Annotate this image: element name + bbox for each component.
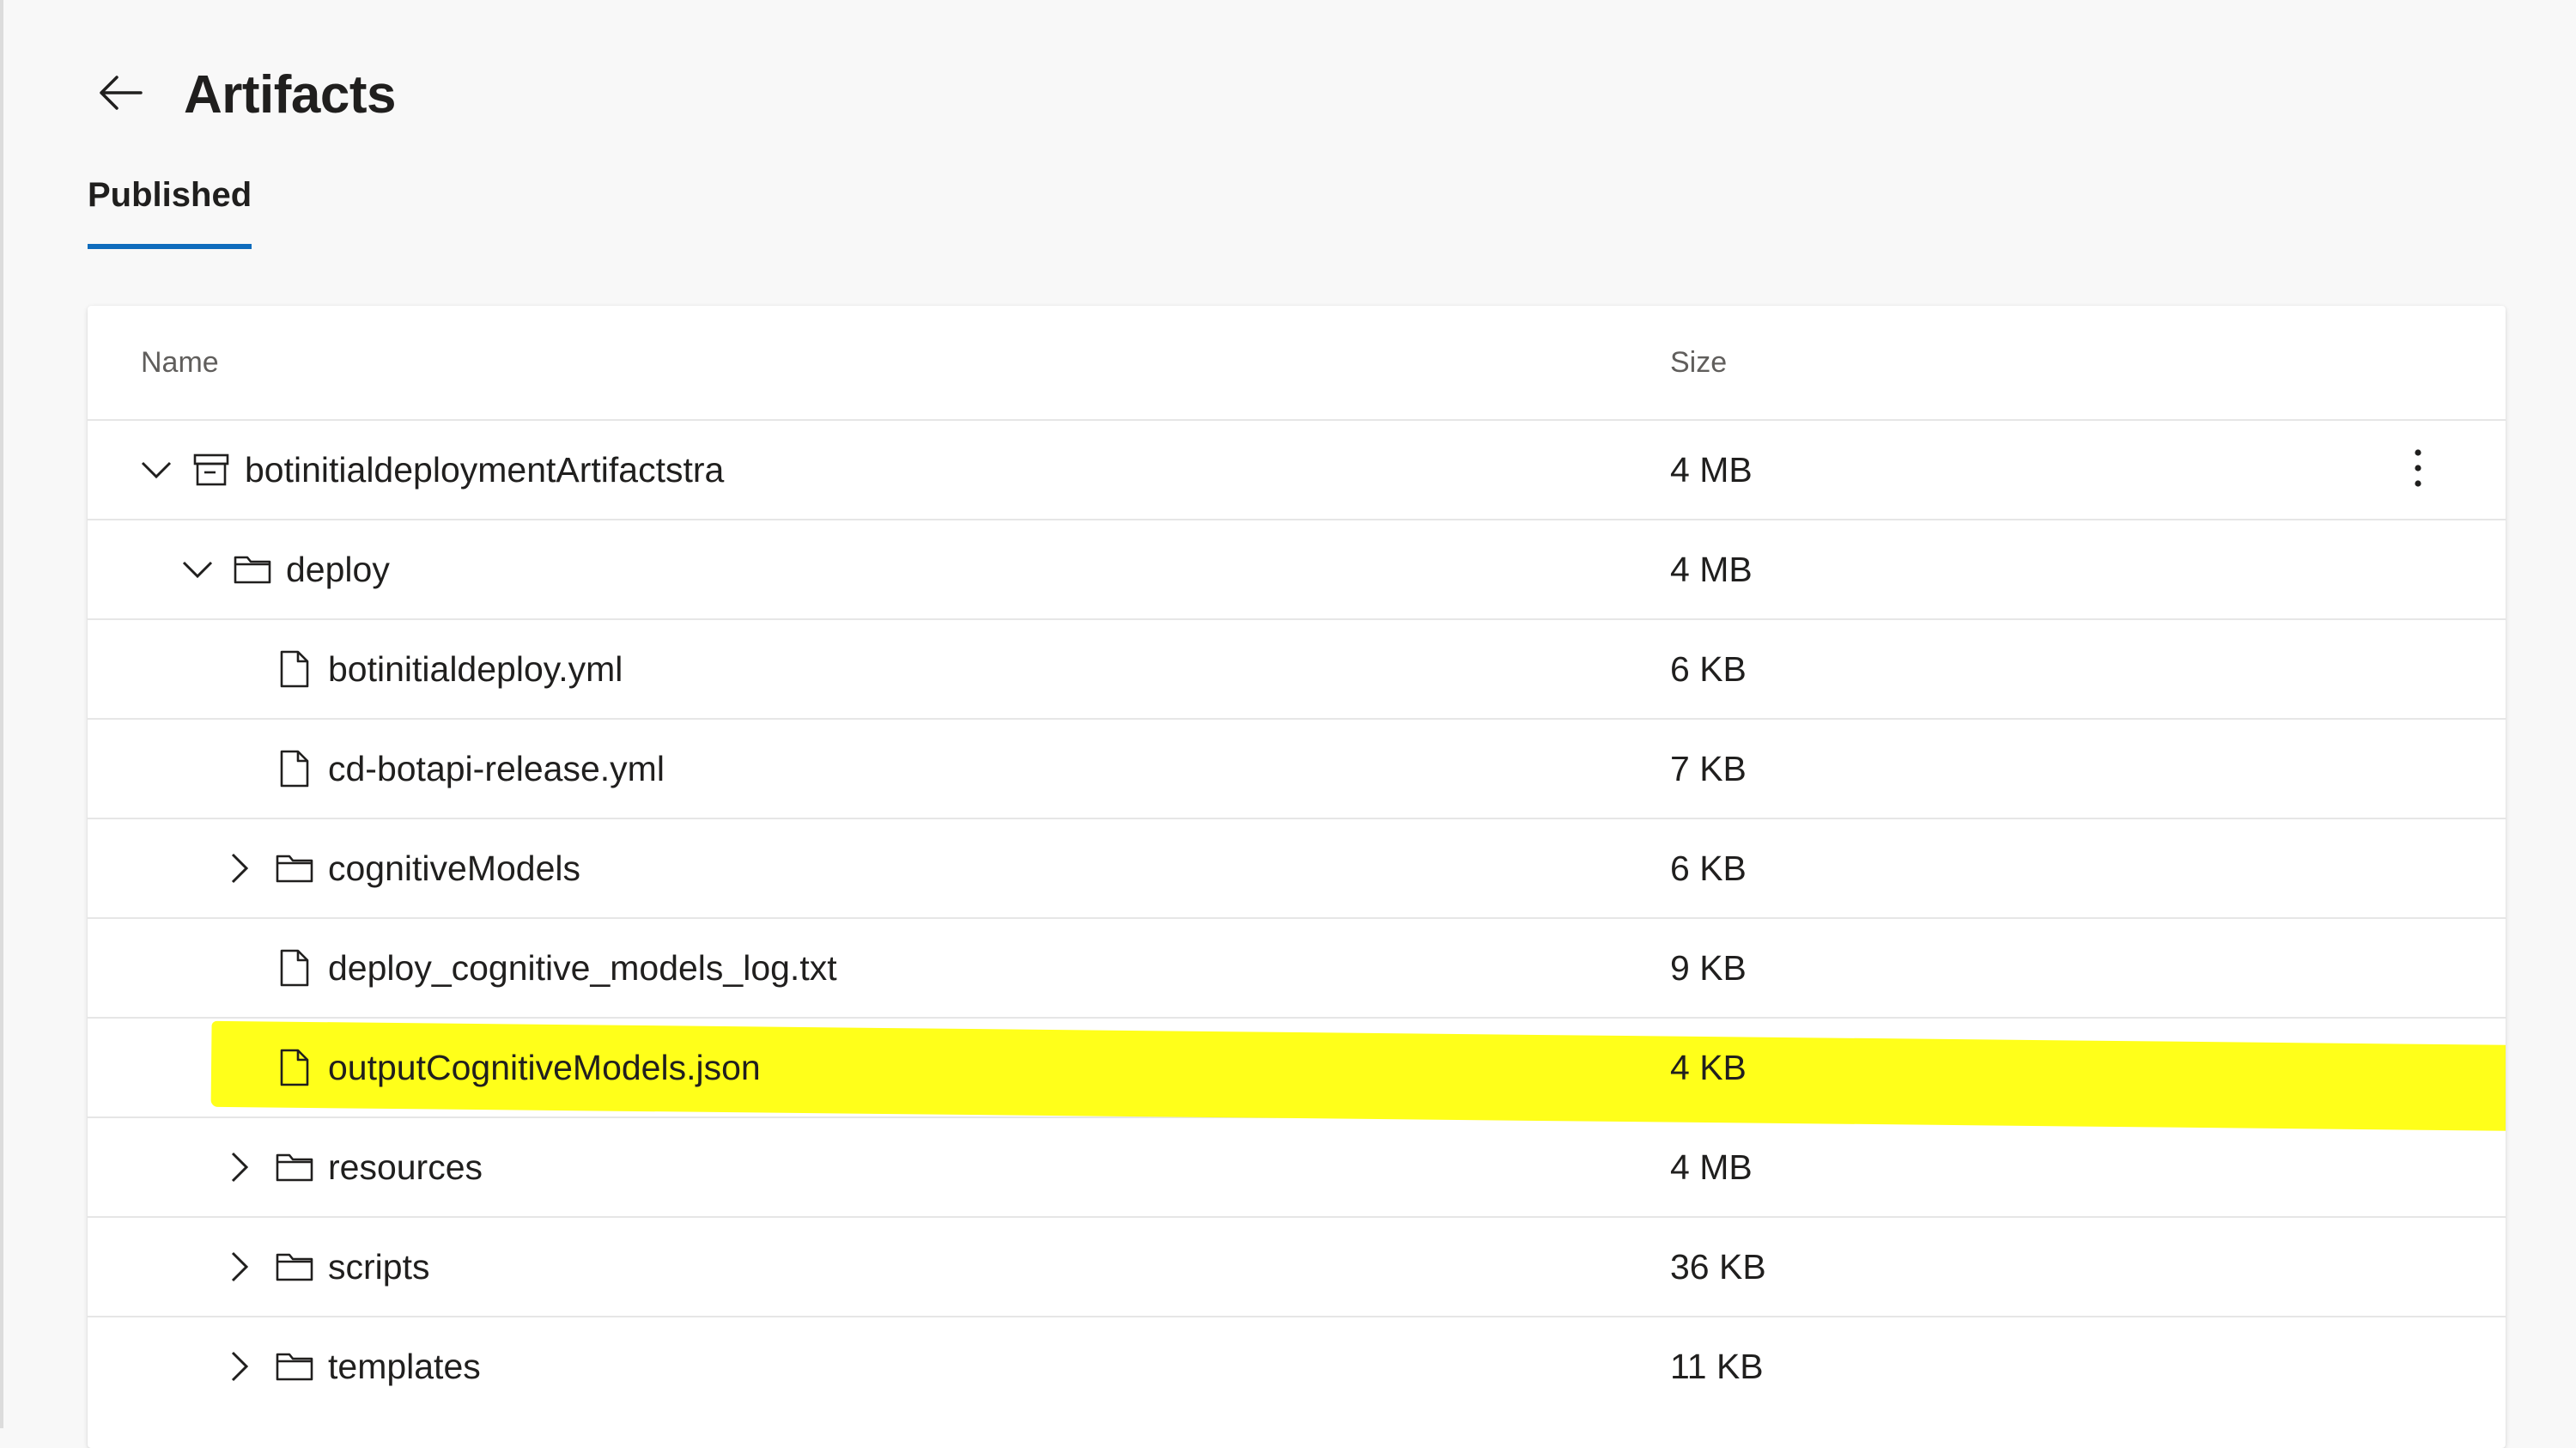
row-name: templates — [328, 1346, 481, 1386]
page-title: Artifacts — [184, 64, 397, 125]
table-row[interactable]: cognitiveModels 6 KB — [88, 819, 2506, 919]
artifacts-table: Name Size botinitialdeploymentArtifactst… — [88, 306, 2506, 1448]
name-cell: cd-botapi-release.yml — [273, 720, 665, 818]
name-cell: templates — [218, 1317, 481, 1415]
row-name: deploy — [286, 549, 390, 589]
file-icon — [273, 747, 316, 790]
name-cell: cognitiveModels — [218, 819, 580, 917]
row-size: 9 KB — [1670, 947, 1747, 988]
table-row[interactable]: templates 11 KB — [88, 1317, 2506, 1415]
row-name: outputCognitiveModels.json — [328, 1047, 761, 1087]
folder-icon — [273, 847, 316, 890]
table-row[interactable]: deploy 4 MB — [88, 520, 2506, 620]
artifact-icon — [190, 448, 233, 491]
row-size: 4 MB — [1670, 549, 1753, 589]
chevron-down-icon[interactable] — [135, 448, 178, 491]
table-row[interactable]: outputCognitiveModels.json 4 KB — [88, 1019, 2506, 1118]
name-cell: botinitialdeploymentArtifactstra — [135, 421, 724, 519]
arrow-left-icon — [96, 74, 144, 116]
row-name: resources — [328, 1147, 483, 1187]
more-vertical-icon — [2413, 447, 2423, 493]
table-header: Name Size — [88, 306, 2506, 421]
row-name: deploy_cognitive_models_log.txt — [328, 947, 837, 988]
name-cell: scripts — [218, 1218, 429, 1316]
row-name: cognitiveModels — [328, 848, 580, 888]
row-name: scripts — [328, 1246, 430, 1287]
row-size: 6 KB — [1670, 648, 1747, 689]
row-name: botinitialdeploymentArtifactstra — [245, 449, 725, 490]
table-row[interactable]: botinitialdeploy.yml 6 KB — [88, 620, 2506, 720]
chevron-down-icon[interactable] — [176, 548, 219, 591]
table-row[interactable]: cd-botapi-release.yml 7 KB — [88, 720, 2506, 819]
chevron-right-icon[interactable] — [218, 847, 261, 890]
row-size: 7 KB — [1670, 748, 1747, 788]
name-cell: resources — [218, 1118, 483, 1216]
table-row[interactable]: deploy_cognitive_models_log.txt 9 KB — [88, 919, 2506, 1019]
tab-bar: Published — [88, 176, 252, 249]
file-icon — [273, 946, 316, 989]
row-size: 4 KB — [1670, 1047, 1747, 1087]
name-cell: deploy_cognitive_models_log.txt — [273, 919, 837, 1017]
name-cell: deploy — [176, 520, 390, 618]
chevron-right-icon[interactable] — [218, 1146, 261, 1189]
row-name: cd-botapi-release.yml — [328, 748, 665, 788]
chevron-right-icon[interactable] — [218, 1345, 261, 1388]
chevron-right-icon[interactable] — [218, 1245, 261, 1288]
folder-icon — [273, 1146, 316, 1189]
column-header-size[interactable]: Size — [1670, 346, 1727, 380]
table-row[interactable]: botinitialdeploymentArtifactstra 4 MB — [88, 421, 2506, 520]
more-options-button[interactable] — [2392, 444, 2444, 496]
file-icon — [273, 648, 316, 691]
row-size: 6 KB — [1670, 848, 1747, 888]
column-header-name[interactable]: Name — [141, 346, 219, 380]
row-name: botinitialdeploy.yml — [328, 648, 623, 689]
folder-icon — [273, 1245, 316, 1288]
row-size: 4 MB — [1670, 449, 1753, 490]
row-size: 11 KB — [1670, 1346, 1764, 1386]
file-icon — [273, 1046, 316, 1089]
tab-published[interactable]: Published — [88, 176, 252, 249]
table-row[interactable]: scripts 36 KB — [88, 1218, 2506, 1317]
name-cell: botinitialdeploy.yml — [273, 620, 623, 718]
row-size: 36 KB — [1670, 1246, 1766, 1287]
table-row[interactable]: resources 4 MB — [88, 1118, 2506, 1218]
back-button[interactable] — [86, 60, 155, 129]
page-header: Artifacts — [86, 53, 397, 136]
row-size: 4 MB — [1670, 1147, 1753, 1187]
window-left-edge — [0, 0, 3, 1428]
name-cell-highlighted: outputCognitiveModels.json — [273, 1019, 2506, 1116]
folder-icon — [231, 548, 274, 591]
folder-icon — [273, 1345, 316, 1388]
